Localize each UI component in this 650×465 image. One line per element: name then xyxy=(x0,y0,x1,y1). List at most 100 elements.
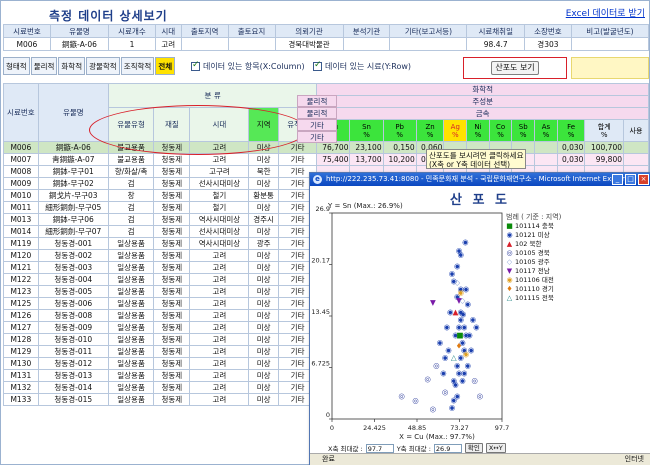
element-header-3[interactable]: Zn% xyxy=(415,119,445,142)
element-header-7[interactable]: Sb% xyxy=(511,119,536,142)
cell-name: 청동경-003 xyxy=(37,261,109,274)
column-data-checkbox[interactable]: 데이터 있는 항목(X:Column) xyxy=(191,60,305,72)
scatter-point[interactable]: ◎ xyxy=(412,396,419,405)
scatter-point[interactable]: ◎ xyxy=(471,376,478,385)
scatter-point[interactable]: ◉ xyxy=(463,330,470,339)
tab-3[interactable]: 광물학적 xyxy=(86,57,120,75)
scatter-point[interactable]: ◎ xyxy=(430,405,437,414)
tab-4[interactable]: 조직학적 xyxy=(120,57,155,75)
scatter-point[interactable]: ◉ xyxy=(459,376,466,385)
cell-mat: 청동제 xyxy=(153,237,191,250)
cell-id: M011 xyxy=(3,201,39,214)
scatter-point[interactable]: ◉ xyxy=(440,369,447,378)
scatter-point[interactable]: ◉ xyxy=(449,269,456,278)
summary-value-cell: 경303 xyxy=(523,37,572,51)
element-header-4[interactable]: Ag% xyxy=(443,119,468,142)
scatter-point[interactable]: ◎ xyxy=(433,361,440,370)
checkbox-checked-icon[interactable] xyxy=(191,60,200,71)
cell-name: 銅鉢-무구06 xyxy=(37,213,109,226)
cell-region: 미상 xyxy=(248,345,279,358)
scatter-point[interactable]: ♦ xyxy=(456,342,463,351)
cell-region: 미상 xyxy=(248,201,279,214)
cell-name: 청동경-002 xyxy=(37,249,109,262)
legend-item: ♦ 101110 경기 xyxy=(506,285,553,294)
scatter-point[interactable]: ◎ xyxy=(424,375,431,384)
tooltip-line-2: (X축 or Y축 데이터 선택) xyxy=(429,160,511,169)
x-max-input[interactable]: 97.7 xyxy=(365,443,394,453)
scatter-point[interactable]: ◇ xyxy=(454,278,460,287)
tab-1[interactable]: 물리적 xyxy=(30,57,58,75)
scatter-point[interactable]: ◉ xyxy=(454,261,461,270)
scatter-point[interactable]: ◇ xyxy=(460,296,466,305)
table-row[interactable]: M007 靑銅鏃-A-07 불교용품 청동제 고려 미상 기타 75,400 13,700 10,… xyxy=(3,153,649,166)
scatter-point[interactable]: ◉ xyxy=(462,238,469,247)
scatter-point[interactable]: ◉ xyxy=(463,349,470,358)
scatter-point[interactable]: ◎ xyxy=(477,392,484,401)
scatter-point[interactable]: ◉ xyxy=(473,323,480,332)
cell-era: 고려 xyxy=(189,153,250,166)
scatter-point[interactable]: ◉ xyxy=(449,403,456,412)
row-data-checkbox[interactable]: 데이터 있는 시료(Y:Row) xyxy=(313,60,411,72)
metal-header: 금속 xyxy=(316,107,649,120)
legend-item: ◇ 10105 광주 xyxy=(506,258,554,267)
scatter-point[interactable]: ▲ xyxy=(453,307,459,316)
element-symbol: 사용 xyxy=(629,126,643,135)
scatter-point[interactable]: ◎ xyxy=(398,392,405,401)
y-max-input[interactable]: 26.9 xyxy=(433,443,462,453)
cell-value xyxy=(623,153,649,166)
scatter-point[interactable]: ▼ xyxy=(430,298,436,307)
cell-region: 미상 xyxy=(248,369,279,382)
legend-marker-icon: ◇ xyxy=(506,258,513,266)
cell-name: 銅鉢-무구01 xyxy=(37,165,109,178)
element-header-5[interactable]: Ni% xyxy=(466,119,490,142)
cell-type: 검 xyxy=(107,213,155,226)
x-tick-label: 97.7 xyxy=(495,424,509,432)
summary-header-cell: 시대 xyxy=(154,24,182,38)
element-header-1[interactable]: Sn% xyxy=(349,119,384,142)
scatter-point[interactable]: ◉ xyxy=(464,300,471,309)
tab-0[interactable]: 형태적 xyxy=(3,57,30,75)
scatter-plot-button[interactable]: 산포도 보기 xyxy=(491,61,539,75)
element-header-2[interactable]: Pb% xyxy=(382,119,417,142)
cell-value: 23,100 xyxy=(349,141,384,154)
excel-download-link[interactable]: Excel 데이터로 받기 xyxy=(566,6,645,19)
scatter-point[interactable]: ◉ xyxy=(456,246,463,255)
scatter-point[interactable]: ◉ xyxy=(452,380,459,389)
checkbox-checked-icon[interactable] xyxy=(313,60,322,71)
summary-header-cell: 기타(보고서등) xyxy=(389,24,468,38)
category-tabs: 형태적 물리적 화학적 광물학적 조직학적 전체 xyxy=(3,57,176,79)
scatter-point[interactable]: ■ xyxy=(456,330,463,339)
cell-mat: 청동제 xyxy=(153,201,191,214)
scatter-point[interactable]: ◉ xyxy=(437,338,444,347)
cell-type: 일상용품 xyxy=(107,261,155,274)
cell-site: 기타 xyxy=(277,153,318,166)
scatter-point[interactable]: △ xyxy=(451,353,457,362)
class-col-header: 지역 xyxy=(248,107,279,142)
scatter-point[interactable]: ◉ xyxy=(444,323,451,332)
cell-mat: 청동제 xyxy=(153,345,191,358)
class-col-header: 재질 xyxy=(153,107,191,142)
legend-item: ▲ 102 북한 xyxy=(506,240,554,249)
cell-region: 미상 xyxy=(248,225,279,238)
cell-region: 미상 xyxy=(248,309,279,322)
swap-axes-button[interactable]: X↔Y xyxy=(485,443,506,453)
tab-5[interactable]: 전체 xyxy=(155,57,176,75)
table-row[interactable]: M006 銅鏃-A-06 불교용품 청동제 고려 미상 기타 76,700 23,100 0,15… xyxy=(3,141,649,154)
tab-2[interactable]: 화학적 xyxy=(58,57,86,75)
cell-value: 75,400 xyxy=(316,153,351,166)
element-header-8[interactable]: As% xyxy=(534,119,558,142)
cell-type: 향/화살/촉 xyxy=(107,165,155,178)
legend-title: 범례 ( 기준 : 지역) xyxy=(506,213,562,221)
scatter-point[interactable]: ◎ xyxy=(442,388,449,397)
apply-button[interactable]: 확인 xyxy=(464,443,483,453)
element-symbol: Sn xyxy=(362,122,371,131)
element-header-10[interactable]: 합계% xyxy=(584,119,624,142)
element-header-6[interactable]: Co% xyxy=(488,119,513,142)
cell-id: M122 xyxy=(3,273,39,286)
element-header-11[interactable]: 사용 xyxy=(623,119,649,142)
cell-region: 미상 xyxy=(248,177,279,190)
element-header-9[interactable]: Fe% xyxy=(556,119,586,142)
scatter-point[interactable]: ◉ xyxy=(442,353,449,362)
cell-mat: 청동제 xyxy=(153,321,191,334)
element-symbol: As xyxy=(541,122,551,131)
